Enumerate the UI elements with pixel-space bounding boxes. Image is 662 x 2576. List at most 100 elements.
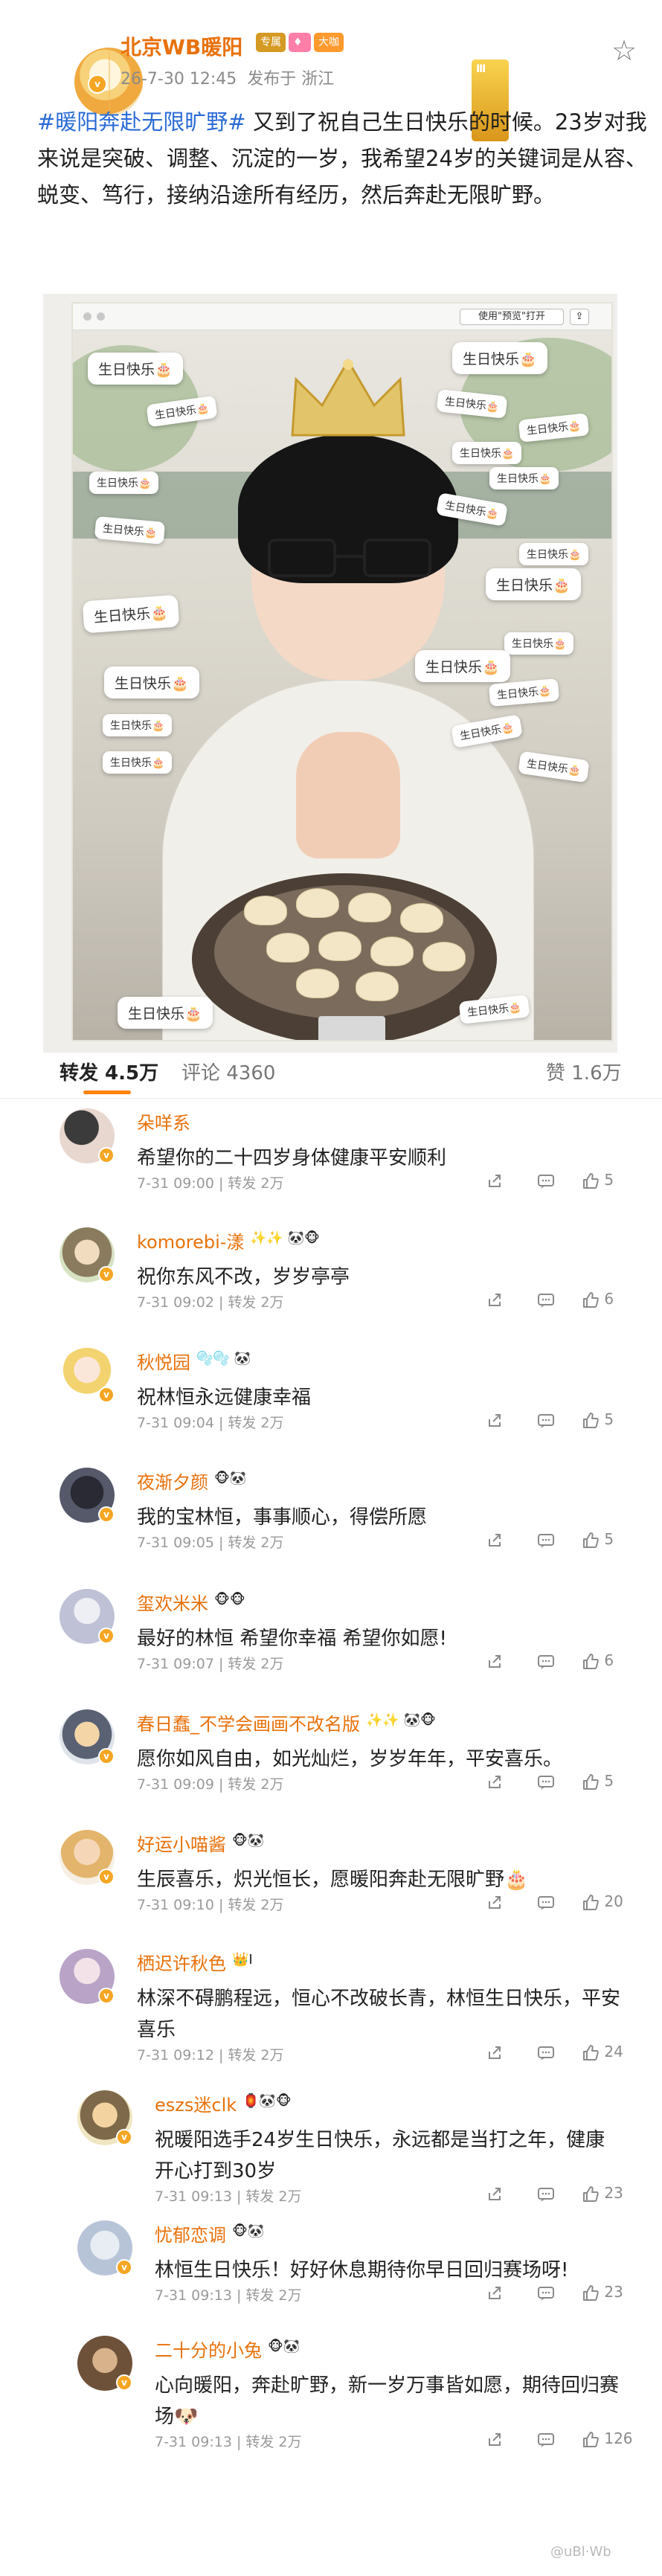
post-image[interactable]: 使用"预览"打开 ⇪ 生日快乐🎂 生日快乐🎂 生日快乐🎂 生日快乐🎂 生日快乐🎂…: [71, 302, 613, 1041]
share-icon[interactable]: [486, 1171, 503, 1189]
dumpling: [422, 942, 466, 971]
post-header: v 北京WB暖阳 Ⅲ 专属 ♦ 大咖 26-7-30 12:45 发布于 浙江 …: [0, 0, 662, 141]
tab-comment[interactable]: 评论 4360: [181, 1058, 275, 1085]
user-avatar[interactable]: v: [60, 1108, 115, 1163]
like-button[interactable]: 20: [582, 1892, 623, 1912]
window-close-dot: [83, 312, 91, 321]
verified-icon: v: [98, 1147, 115, 1163]
repost-item[interactable]: v komorebi-漾 ✨✨ 🐼🐵 祝你东风不改，岁岁亭亭 7-31 09:02 | …: [0, 1227, 662, 1339]
repost-username[interactable]: 朵咩系: [137, 1108, 190, 1134]
repost-item[interactable]: v 二十分的小兔 🐵🐼 心向暖阳，奔赴旷野，新一岁万事皆如愿，期待回归赛场🐶 7-31 …: [0, 2336, 662, 2450]
share-icon[interactable]: ⇪: [570, 309, 589, 325]
birthday-sticker: 生日快乐🎂: [519, 543, 589, 565]
author-name[interactable]: 北京WB暖阳: [120, 31, 242, 61]
user-avatar[interactable]: v: [77, 2090, 132, 2145]
birthday-sticker: 生日快乐🎂: [489, 467, 559, 489]
repost-username[interactable]: 夜渐夕颜: [137, 1468, 208, 1494]
repost-username[interactable]: 栖迟许秋色: [137, 1949, 226, 1975]
comment-icon[interactable]: [537, 2043, 555, 2061]
user-avatar[interactable]: v: [60, 1348, 115, 1403]
repost-item[interactable]: v 秋悦园 🫧🫧 🐼 祝林恒永远健康幸福 7-31 09:04 | 转发 2万 5: [0, 1348, 662, 1459]
comment-icon[interactable]: [537, 1410, 555, 1429]
repost-username[interactable]: 玺欢米米: [137, 1589, 208, 1615]
comment-icon[interactable]: [537, 1290, 555, 1308]
repost-actions: 6: [486, 1290, 650, 1312]
repost-username[interactable]: komorebi-漾: [137, 1227, 244, 1253]
repost-username[interactable]: 忧郁恋调: [155, 2220, 226, 2246]
share-icon[interactable]: [486, 1290, 503, 1308]
tab-like[interactable]: 赞 1.6万: [546, 1058, 622, 1085]
like-button[interactable]: 6: [582, 1651, 614, 1671]
repost-item[interactable]: v 夜渐夕颜 🐵🐼 我的宝林恒，事事顺心，得偿所愿 7-31 09:05 | 转发 2万…: [0, 1468, 662, 1579]
verified-icon: v: [98, 1628, 115, 1644]
repost-meta: 7-31 09:05 | 转发 2万: [137, 1535, 284, 1551]
share-icon[interactable]: [486, 2429, 503, 2448]
share-icon[interactable]: [486, 2283, 503, 2302]
repost-item[interactable]: v 好运小喵酱 🐵🐼 生辰喜乐，炽光恒长，愿暖阳奔赴无限旷野🎂 7-31 09:10 |…: [0, 1830, 662, 1941]
like-count: 23: [604, 2283, 623, 2301]
verified-icon: v: [116, 2259, 132, 2275]
like-button[interactable]: 5: [582, 1772, 614, 1791]
repost-item[interactable]: v 栖迟许秋色 👑Ⅰ 林深不碍鹏程远，恒心不改破长青，林恒生日快乐，平安喜乐 7-31 …: [0, 1949, 662, 2063]
birthday-sticker: 生日快乐🎂: [504, 632, 574, 655]
author-avatar[interactable]: v: [37, 24, 143, 116]
comment-icon[interactable]: [537, 1530, 555, 1549]
open-with-preview-button[interactable]: 使用"预览"打开: [460, 309, 564, 325]
favorite-star-icon[interactable]: ☆: [611, 34, 637, 67]
tab-repost[interactable]: 转发 4.5万: [60, 1058, 158, 1085]
comment-icon[interactable]: [537, 1892, 555, 1911]
repost-meta: 7-31 09:10 | 转发 2万: [137, 1897, 284, 1913]
user-badges: 🏮🐼🐵: [242, 2093, 292, 2109]
clasped-hands: [296, 732, 400, 858]
like-button[interactable]: 5: [582, 1171, 614, 1190]
share-icon[interactable]: [486, 2043, 503, 2061]
share-icon[interactable]: [486, 2184, 503, 2203]
like-button[interactable]: 5: [582, 1530, 614, 1549]
like-button[interactable]: 126: [582, 2429, 633, 2449]
repost-actions: 5: [486, 1772, 650, 1794]
repost-item[interactable]: v 玺欢米米 🐵🐵 最好的林恒 希望你幸福 希望你如愿! 7-31 09:07 | 转发…: [0, 1589, 662, 1700]
repost-username[interactable]: eszs迷clk: [155, 2090, 237, 2116]
repost-item[interactable]: v 春日蠢_不学会画画不改名版 ✨✨ 🐼🐵 愿你如风自由，如光灿烂，岁岁年年，平安喜乐…: [0, 1709, 662, 1821]
like-button[interactable]: 24: [582, 2043, 623, 2062]
comment-icon[interactable]: [537, 1772, 555, 1790]
comment-icon[interactable]: [537, 1171, 555, 1189]
repost-item[interactable]: v 朵咩系 希望你的二十四岁身体健康平安顺利 7-31 09:00 | 转发 2万 5: [0, 1108, 662, 1220]
repost-actions: 6: [486, 1651, 650, 1674]
share-icon[interactable]: [486, 1772, 503, 1790]
verified-icon: v: [98, 1506, 115, 1523]
repost-item[interactable]: v 忧郁恋调 🐵🐼 林恒生日快乐！好好休息期待你早日回归赛场呀! 7-31 09:13 …: [0, 2220, 662, 2332]
user-avatar[interactable]: v: [60, 1949, 115, 2004]
comment-icon[interactable]: [537, 2429, 555, 2448]
share-icon[interactable]: [486, 1410, 503, 1429]
repost-username[interactable]: 秋悦园: [137, 1348, 190, 1374]
share-icon[interactable]: [486, 1651, 503, 1670]
comment-icon[interactable]: [537, 2283, 555, 2302]
share-icon[interactable]: [486, 1892, 503, 1911]
repost-actions: 126: [486, 2429, 650, 2452]
repost-username[interactable]: 春日蠢_不学会画画不改名版: [137, 1709, 360, 1735]
user-avatar[interactable]: v: [60, 1227, 115, 1282]
dumpling: [356, 971, 399, 1001]
like-button[interactable]: 23: [582, 2283, 623, 2302]
repost-username[interactable]: 二十分的小兔: [155, 2336, 262, 2362]
comment-icon[interactable]: [537, 1651, 555, 1670]
share-icon[interactable]: [486, 1530, 503, 1549]
user-avatar[interactable]: v: [60, 1709, 115, 1764]
comment-icon[interactable]: [537, 2184, 555, 2203]
user-avatar[interactable]: v: [77, 2220, 132, 2275]
like-button[interactable]: 23: [582, 2184, 623, 2203]
repost-text: 林恒生日快乐！好好休息期待你早日回归赛场呀!: [155, 2259, 569, 2281]
repost-username[interactable]: 好运小喵酱: [137, 1830, 226, 1856]
user-avatar[interactable]: v: [60, 1830, 115, 1885]
birthday-sticker: 生日快乐🎂: [118, 997, 213, 1029]
user-avatar[interactable]: v: [60, 1589, 115, 1644]
hashtag-link[interactable]: #暖阳奔赴无限旷野#: [37, 109, 246, 135]
window-min-dot: [97, 312, 105, 321]
birthday-sticker: 生日快乐🎂: [452, 342, 547, 374]
repost-item[interactable]: v eszs迷clk 🏮🐼🐵 祝暖阳选手24岁生日快乐，永远都是当打之年，健康开心打到…: [0, 2090, 662, 2205]
like-button[interactable]: 5: [582, 1410, 614, 1430]
user-avatar[interactable]: v: [60, 1468, 115, 1523]
user-avatar[interactable]: v: [77, 2336, 132, 2391]
like-button[interactable]: 6: [582, 1290, 614, 1309]
